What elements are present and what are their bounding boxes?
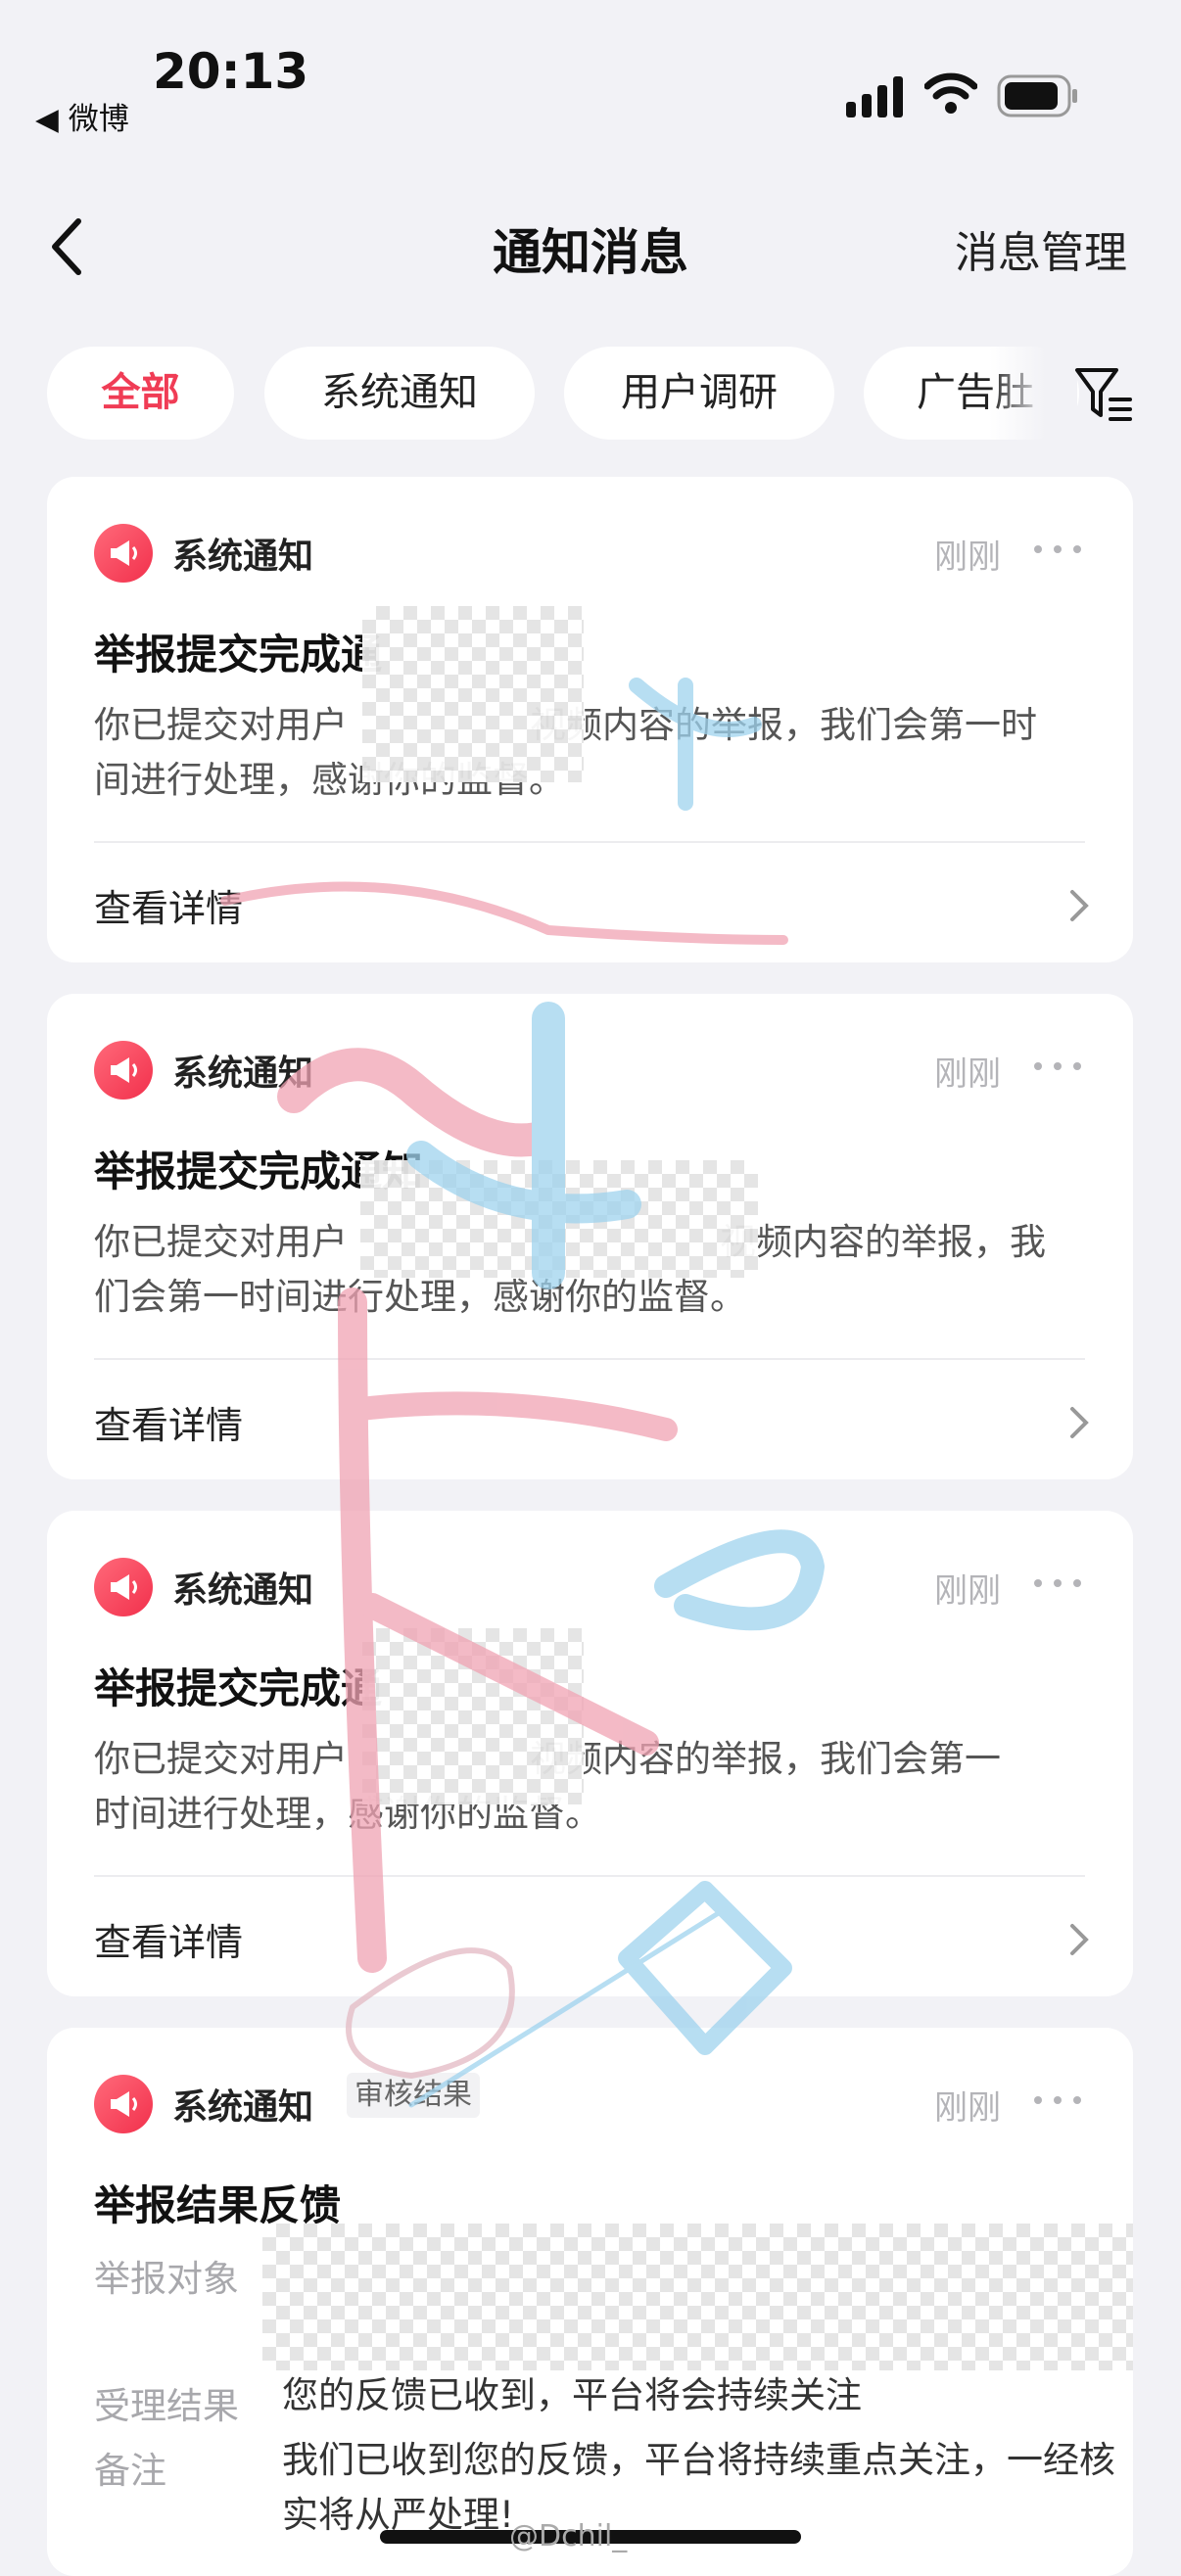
result-value: 您的反馈已收到，平台将会持续关注 (282, 2374, 862, 2416)
notification-card[interactable]: 系统通知 刚刚 举报提交完成通知 你已提交对用户 视频内容的举报，我 们会第一时间… (47, 994, 1133, 1479)
divider (94, 1358, 1085, 1360)
more-options-icon[interactable] (1034, 2090, 1083, 2110)
filter-icon[interactable] (1073, 364, 1134, 425)
wifi-icon (924, 72, 977, 114)
card-time: 刚刚 (934, 1571, 1001, 1611)
redacted-mosaic (362, 1628, 584, 1804)
tab-user-survey[interactable]: 用户调研 (564, 347, 834, 440)
report-target-label: 举报对象 (94, 2258, 239, 2300)
card-body: 你已提交对用户 视频内容的举报，我们会第一 时间进行处理，感谢你的监督。 (94, 1738, 1001, 1835)
status-badge: 审核结果 (347, 2073, 480, 2118)
megaphone-icon (94, 1558, 153, 1616)
card-source: 系统通知 (172, 537, 314, 577)
megaphone-icon (94, 1041, 153, 1100)
divider (94, 1875, 1085, 1877)
note-value: 我们已收到您的反馈，平台将持续重点关注，一经核实将从严处理! (282, 2439, 1115, 2536)
cellular-signal-icon (846, 76, 903, 117)
divider (94, 841, 1085, 843)
card-time: 刚刚 (934, 1054, 1001, 1094)
card-title: 举报提交完成通 (94, 631, 383, 679)
more-options-icon[interactable] (1034, 1056, 1083, 1076)
notification-card[interactable]: 系统通知 刚刚 举报提交完成通 你已提交对用户 视频内容的举报，我们会第一时 间进… (47, 477, 1133, 962)
card-body: 你已提交对用户 视频内容的举报，我们会第一时 间进行处理，感谢你的监督。 (94, 704, 1037, 801)
status-time: 20:13 (153, 43, 309, 100)
card-source: 系统通知 (172, 1054, 314, 1094)
view-details-link[interactable]: 查看详情 (94, 1395, 243, 1449)
result-label: 受理结果 (94, 2385, 239, 2427)
redacted-mosaic (362, 606, 584, 782)
card-source: 系统通知 (172, 1570, 314, 1611)
card-title: 举报提交完成通 (94, 1664, 383, 1712)
view-details-link[interactable]: 查看详情 (94, 1912, 243, 1966)
megaphone-icon (94, 2075, 153, 2133)
watermark-text: @Dchil_ (509, 2519, 628, 2553)
notification-card[interactable]: 系统通知 审核结果 刚刚 举报结果反馈 举报对象 受理结果 您的反馈已收到，平台… (47, 2028, 1133, 2576)
chevron-right-icon (1070, 890, 1089, 921)
notification-card[interactable]: 系统通知 刚刚 举报提交完成通 你已提交对用户 视频内容的举报，我们会第一 时间进… (47, 1511, 1133, 1996)
note-label: 备注 (94, 2450, 166, 2492)
tab-all[interactable]: 全部 (47, 347, 234, 440)
megaphone-icon (94, 524, 153, 583)
card-time: 刚刚 (934, 2088, 1001, 2128)
status-back-to-app[interactable]: ◀ 微博 (35, 94, 129, 138)
battery-icon (997, 74, 1077, 117)
card-source: 系统通知 (172, 2087, 314, 2128)
card-time: 刚刚 (934, 538, 1001, 577)
more-options-icon[interactable] (1034, 539, 1083, 559)
chevron-right-icon (1070, 1924, 1089, 1955)
tab-system-notice[interactable]: 系统通知 (264, 347, 535, 440)
redacted-mosaic (262, 2224, 1133, 2370)
chevron-right-icon (1070, 1407, 1089, 1438)
view-details-link[interactable]: 查看详情 (94, 878, 243, 932)
message-management-button[interactable]: 消息管理 (955, 217, 1127, 280)
more-options-icon[interactable] (1034, 1573, 1083, 1593)
tabs-fade (989, 333, 1077, 450)
redacted-mosaic (360, 1160, 758, 1278)
